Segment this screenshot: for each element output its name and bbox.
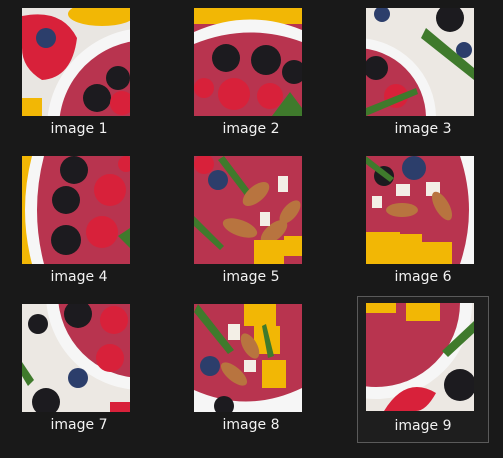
thumbnail-image-7[interactable]	[22, 304, 130, 412]
thumbnail-image-3[interactable]	[366, 8, 474, 116]
grid-tile-image-9[interactable]: image 9	[357, 296, 489, 443]
thumbnail-image-2[interactable]	[194, 8, 302, 116]
grid-tile-image-8[interactable]: image 8	[186, 298, 316, 438]
grid-tile-image-2[interactable]: image 2	[186, 2, 316, 142]
image-caption: image 5	[222, 269, 280, 285]
thumbnail-image-5[interactable]	[194, 156, 302, 264]
grid-tile-image-7[interactable]: image 7	[14, 298, 144, 438]
thumbnail-image-8[interactable]	[194, 304, 302, 412]
grid-tile-image-4[interactable]: image 4	[14, 150, 144, 290]
grid-tile-image-1[interactable]: image 1	[14, 2, 144, 142]
image-caption: image 1	[50, 121, 108, 137]
image-caption: image 8	[222, 417, 280, 433]
image-grid: image 1 image 2 image 3 image 4 image 5 …	[0, 0, 503, 458]
thumbnail-image-4[interactable]	[22, 156, 130, 264]
thumbnail-image-9[interactable]	[366, 303, 474, 411]
grid-tile-image-5[interactable]: image 5	[186, 150, 316, 290]
image-caption: image 4	[50, 269, 108, 285]
image-caption: image 2	[222, 121, 280, 137]
image-caption: image 3	[394, 121, 452, 137]
thumbnail-image-1[interactable]	[22, 8, 130, 116]
image-caption: image 9	[394, 418, 452, 434]
image-caption: image 7	[50, 417, 108, 433]
thumbnail-image-6[interactable]	[366, 156, 474, 264]
grid-tile-image-6[interactable]: image 6	[358, 150, 488, 290]
image-caption: image 6	[394, 269, 452, 285]
grid-tile-image-3[interactable]: image 3	[358, 2, 488, 142]
